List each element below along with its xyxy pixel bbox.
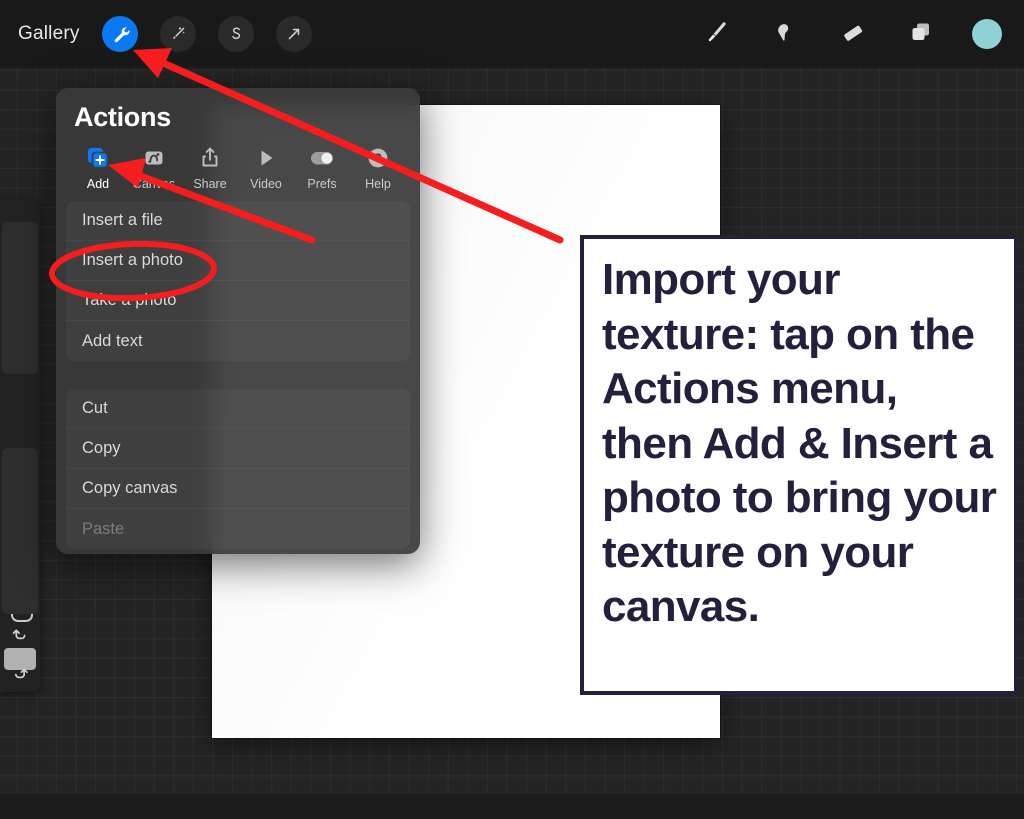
erase-button[interactable] [836, 17, 870, 51]
paint-button[interactable] [700, 17, 734, 51]
video-tab[interactable]: Video [238, 145, 294, 191]
s-curve-icon [226, 24, 246, 44]
brush-opacity-slider[interactable] [2, 448, 38, 614]
selection-button[interactable] [217, 16, 254, 52]
menu-item-copy-canvas[interactable]: Copy canvas [66, 469, 410, 509]
procreate-app-window: Gallery Actions Add Canvas Share Video P… [0, 0, 1024, 819]
menu-group-divider [56, 361, 420, 379]
question-mark-icon: ? [365, 145, 391, 171]
arrow-cursor-icon [284, 24, 304, 44]
prefs-tab[interactable]: Prefs [294, 145, 350, 191]
bottom-bar [0, 794, 1024, 819]
actions-tab-row: Add Canvas Share Video Prefs ? Help [56, 133, 420, 191]
prefs-tab-label: Prefs [307, 177, 337, 191]
menu-item-paste: Paste [66, 509, 410, 549]
add-tab[interactable]: Add [70, 145, 126, 191]
actions-wrench-button[interactable] [101, 16, 138, 52]
menu-item-insert-a-file[interactable]: Insert a file [66, 201, 410, 241]
paintbrush-icon [703, 18, 731, 51]
actions-panel: Actions Add Canvas Share Video Prefs ? H… [56, 88, 420, 554]
top-toolbar: Gallery [0, 0, 1024, 68]
eraser-icon [839, 18, 867, 51]
menu-item-cut[interactable]: Cut [66, 389, 410, 429]
toggle-switch-icon [307, 145, 337, 171]
actions-menu-group-insert: Insert a file Insert a photo Take a phot… [56, 191, 420, 361]
layers-button[interactable] [904, 17, 938, 51]
smudge-button[interactable] [768, 17, 802, 51]
add-tab-label: Add [86, 177, 110, 191]
actions-panel-title: Actions [74, 102, 171, 132]
magic-wand-icon [168, 24, 188, 44]
redo-icon [9, 663, 31, 690]
actions-menu-group-clipboard: Cut Copy Copy canvas Paste [56, 379, 420, 549]
annotation-text-box: Import your texture: tap on the Actions … [580, 235, 1018, 695]
top-toolbar-left-group: Gallery [0, 16, 312, 52]
brush-size-slider[interactable] [2, 222, 38, 374]
smudge-finger-icon [771, 18, 799, 51]
share-tab[interactable]: Share [182, 145, 238, 191]
annotation-text: Import your texture: tap on the Actions … [602, 255, 997, 632]
canvas-tab[interactable]: Canvas [126, 145, 182, 191]
undo-icon [9, 624, 31, 651]
help-tab-label: Help [365, 177, 391, 191]
left-sidebar [0, 200, 40, 692]
video-play-icon [253, 145, 279, 171]
svg-text:?: ? [374, 151, 382, 166]
redo-button[interactable] [0, 657, 40, 695]
share-upload-icon [197, 145, 223, 171]
menu-item-copy[interactable]: Copy [66, 429, 410, 469]
menu-item-insert-a-photo[interactable]: Insert a photo [66, 241, 410, 281]
color-swatch-icon[interactable] [972, 19, 1002, 49]
add-duplicate-icon [85, 145, 111, 171]
share-tab-label: Share [193, 177, 227, 191]
layers-icon [907, 18, 935, 51]
menu-item-add-text[interactable]: Add text [66, 321, 410, 361]
canvas-crop-icon [141, 145, 167, 171]
top-toolbar-right-group [700, 17, 1024, 51]
help-tab[interactable]: ? Help [350, 145, 406, 191]
undo-button[interactable] [0, 618, 40, 656]
adjustments-button[interactable] [159, 16, 196, 52]
video-tab-label: Video [250, 177, 282, 191]
wrench-icon [110, 24, 130, 44]
gallery-button[interactable]: Gallery [18, 23, 80, 45]
transform-button[interactable] [275, 16, 312, 52]
menu-item-take-a-photo[interactable]: Take a photo [66, 281, 410, 321]
canvas-tab-label: Canvas [132, 177, 176, 191]
